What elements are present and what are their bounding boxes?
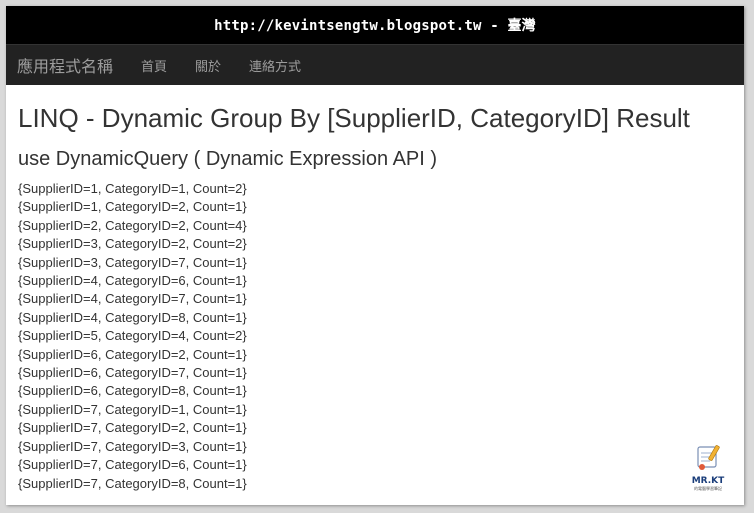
result-line: {SupplierID=3, CategoryID=7, Count=1}	[18, 254, 247, 270]
page-title: LINQ - Dynamic Group By [SupplierID, Cat…	[18, 103, 690, 133]
notebook-icon	[697, 445, 720, 470]
top-navbar: 應用程式名稱 首頁 關於 連絡方式	[6, 44, 744, 85]
main-content: LINQ - Dynamic Group By [SupplierID, Cat…	[6, 103, 744, 493]
nav-link-about[interactable]: 關於	[195, 56, 221, 75]
result-line: {SupplierID=5, CategoryID=4, Count=2}	[18, 328, 247, 344]
watermark-text: MR.KT	[691, 476, 725, 486]
result-list: {SupplierID=1, CategoryID=1, Count=2} {S…	[18, 180, 744, 493]
result-line: {SupplierID=1, CategoryID=1, Count=2}	[18, 181, 247, 196]
result-line: {SupplierID=7, CategoryID=3, Count=1}	[18, 438, 247, 454]
result-line: {SupplierID=7, CategoryID=1, Count=1}	[18, 401, 247, 417]
nav-link-home[interactable]: 首頁	[141, 56, 167, 75]
result-line: {SupplierID=4, CategoryID=8, Count=1}	[18, 309, 247, 325]
result-line: {SupplierID=6, CategoryID=7, Count=1}	[18, 365, 247, 381]
result-line: {SupplierID=4, CategoryID=7, Count=1}	[18, 291, 247, 307]
result-line: {SupplierID=1, CategoryID=2, Count=1}	[18, 199, 247, 215]
result-line: {SupplierID=4, CategoryID=6, Count=1}	[18, 273, 247, 289]
watermark-logo: MR.KT 的電腦學習筆記	[686, 443, 730, 493]
navbar-brand[interactable]: 應用程式名稱	[17, 53, 113, 77]
url-banner: http://kevintsengtw.blogspot.tw - 臺灣	[6, 6, 744, 44]
result-line: {SupplierID=7, CategoryID=2, Count=1}	[18, 420, 247, 436]
page-subtitle: use DynamicQuery ( Dynamic Expression AP…	[18, 148, 438, 170]
result-line: {SupplierID=6, CategoryID=8, Count=1}	[18, 383, 247, 399]
result-line: {SupplierID=7, CategoryID=8, Count=1}	[18, 475, 247, 491]
url-text: http://kevintsengtw.blogspot.tw - 臺灣	[214, 18, 536, 34]
browser-frame: http://kevintsengtw.blogspot.tw - 臺灣 應用程…	[6, 6, 744, 505]
result-line: {SupplierID=7, CategoryID=6, Count=1}	[18, 457, 247, 473]
result-line: {SupplierID=2, CategoryID=2, Count=4}	[18, 217, 247, 233]
nav-link-contact[interactable]: 連絡方式	[249, 56, 301, 75]
watermark-subtext: 的電腦學習筆記	[694, 486, 722, 491]
result-line: {SupplierID=6, CategoryID=2, Count=1}	[18, 346, 247, 362]
result-line: {SupplierID=3, CategoryID=2, Count=2}	[18, 236, 247, 252]
